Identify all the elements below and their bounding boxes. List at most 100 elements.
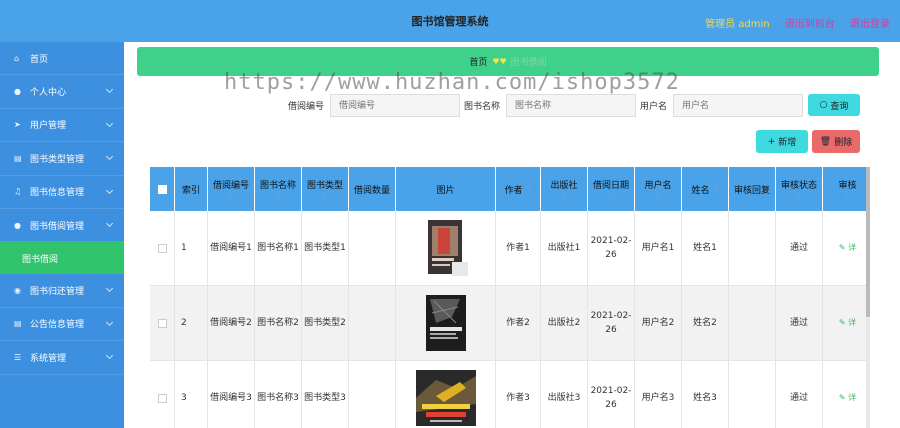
col-type[interactable]: 图书类型 ⇕ (302, 167, 349, 211)
edit-link[interactable]: ✎ 详 (839, 391, 856, 405)
sidebar-item-system[interactable]: ☰ 系统管理 (0, 341, 124, 375)
heart-icon: ♥♥ (492, 57, 507, 66)
sidebar-item-home[interactable]: ⌂ 首页 (0, 42, 124, 76)
sidebar-item-users[interactable]: ➤ 用户管理 (0, 109, 124, 143)
sort-icon[interactable]: ⇕ (608, 193, 614, 201)
search-label: 用户名 (640, 102, 668, 112)
sort-icon[interactable]: ⇕ (275, 193, 281, 201)
sidebar-item-label: 图书借阅 (22, 254, 59, 265)
row-image (396, 286, 496, 360)
row-author: 作者2 (496, 286, 541, 360)
sidebar-item-label: 首页 (30, 54, 49, 65)
col-date[interactable]: 借阅日期 ⇕ (588, 167, 635, 211)
col-label: 出版社 (550, 180, 578, 191)
col-author[interactable]: 作者 ⇕ (496, 167, 541, 211)
sort-icon[interactable]: ⇕ (322, 193, 328, 201)
row-realname: 姓名3 (682, 361, 729, 428)
search-label: 借阅编号 (288, 102, 325, 112)
top-header: 图书馆管理系统 管理员 admin 退出到前台 退出登录 (0, 0, 900, 42)
sidebar-item-label: 公告信息管理 (30, 320, 85, 331)
row-action[interactable]: ✎ 详 (823, 286, 866, 360)
user-info: 管理员 admin 退出到前台 退出登录 (693, 15, 890, 30)
sidebar-item-book-info[interactable]: ♫ 图书信息管理 (0, 176, 124, 209)
row-publisher: 出版社3 (541, 361, 588, 428)
sidebar-item-notice[interactable]: ▤ 公告信息管理 (0, 308, 124, 342)
row-date: 2021-02-26 (588, 361, 635, 428)
back-to-frontend-link[interactable]: 退出到前台 (785, 19, 835, 30)
username-input[interactable] (673, 94, 804, 117)
logout-link[interactable]: 退出登录 (850, 19, 890, 30)
sidebar-item-book-types[interactable]: ▤ 图书类型管理 (0, 142, 124, 176)
delete-button[interactable]: 🗑 删除 (812, 130, 860, 153)
col-realname[interactable]: 姓名 ⇕ (682, 167, 729, 211)
col-reply: 审核回复 (729, 167, 776, 211)
col-label: 借阅数量 (353, 185, 390, 196)
watermark-text: https://www.huzhan.com/ishop3572 (224, 70, 680, 95)
sort-icon[interactable]: ⇕ (561, 193, 567, 201)
sidebar-item-label: 图书信息管理 (30, 188, 85, 199)
search-button[interactable]: ○ 查询 (808, 94, 860, 116)
row-reply (729, 286, 776, 360)
sidebar-item-borrow[interactable]: 图书借阅 (0, 242, 124, 275)
user-icon: ● (14, 220, 21, 230)
row-book-type: 图书类型2 (302, 286, 349, 360)
col-publisher[interactable]: 出版社 ⇕ (541, 167, 588, 211)
row-checkbox[interactable] (150, 361, 175, 428)
search-icon: ○ (819, 100, 828, 110)
edit-link[interactable]: ✎ 详 (839, 241, 856, 255)
col-op[interactable]: 审核 ⇕ (823, 167, 866, 211)
row-reply (729, 211, 776, 285)
breadcrumb-home[interactable]: 首页 (469, 55, 487, 68)
add-button[interactable]: + 新增 (756, 130, 808, 153)
search-label: 图书名称 (464, 102, 501, 112)
sort-icon[interactable]: ⇕ (228, 193, 234, 201)
col-label: 作者 (504, 185, 523, 196)
col-code[interactable]: 借阅编号 ⇕ (208, 167, 255, 211)
sidebar-item-return-manage[interactable]: ◉ 图书归还管理 (0, 274, 124, 308)
menu-icon: ☰ (14, 352, 22, 362)
table-scroll-thumb[interactable] (866, 167, 870, 317)
row-action[interactable]: ✎ 详 (823, 361, 866, 428)
col-index: 索引 (175, 167, 208, 211)
book-cover-image (425, 295, 466, 351)
row-checkbox[interactable] (150, 286, 175, 360)
sort-icon[interactable]: ⇕ (796, 193, 802, 201)
sort-icon[interactable]: ⇕ (845, 193, 851, 201)
row-book-name: 图书名称3 (255, 361, 302, 428)
row-index: 2 (175, 286, 208, 360)
borrow-code-input[interactable] (330, 94, 461, 117)
row-reply (729, 361, 776, 428)
sort-icon[interactable]: ⇕ (655, 193, 661, 201)
col-name[interactable]: 图书名称 ⇕ (255, 167, 302, 211)
chevron-down-icon (105, 285, 114, 293)
sort-icon[interactable]: ⇕ (713, 185, 719, 193)
col-username[interactable]: 用户名 ⇕ (635, 167, 682, 211)
list-icon: ▤ (14, 319, 22, 329)
edit-link[interactable]: ✎ 详 (839, 316, 856, 330)
sidebar-item-label: 图书归还管理 (30, 287, 85, 298)
book-name-input[interactable] (506, 94, 637, 117)
pin-icon: ◉ (14, 286, 21, 296)
sidebar-item-borrow-manage[interactable]: ● 图书借阅管理 (0, 209, 124, 243)
row-date: 2021-02-26 (588, 211, 635, 285)
borrow-table: 索引 借阅编号 ⇕ 图书名称 ⇕ 图书类型 ⇕ 借阅数量 图片 作者 ⇕ 出版社 ⇕ 借阅… (150, 167, 866, 428)
row-date: 2021-02-26 (588, 286, 635, 360)
chevron-down-icon (105, 318, 114, 326)
chevron-down-icon (105, 219, 114, 227)
row-realname: 姓名2 (682, 286, 729, 360)
row-realname: 姓名1 (682, 211, 729, 285)
chevron-down-icon (105, 119, 114, 127)
select-all-checkbox[interactable] (150, 167, 175, 211)
row-checkbox[interactable] (150, 211, 175, 285)
row-index: 3 (175, 361, 208, 428)
table-row: 1 借阅编号1 图书名称1 图书类型1 作者1 出版社1 2021-02-26 … (150, 211, 866, 286)
row-qty (349, 211, 396, 285)
col-status[interactable]: 审核状态 ⇕ (776, 167, 823, 211)
list-icon: ▤ (14, 153, 22, 163)
row-status: 通过 (776, 361, 823, 428)
row-action[interactable]: ✎ 详 (823, 211, 866, 285)
search-field-code: 借阅编号 (288, 94, 461, 117)
sidebar-item-profile[interactable]: ● 个人中心 (0, 75, 124, 109)
sidebar-item-label: 系统管理 (30, 353, 67, 364)
sort-icon[interactable]: ⇕ (526, 185, 532, 193)
